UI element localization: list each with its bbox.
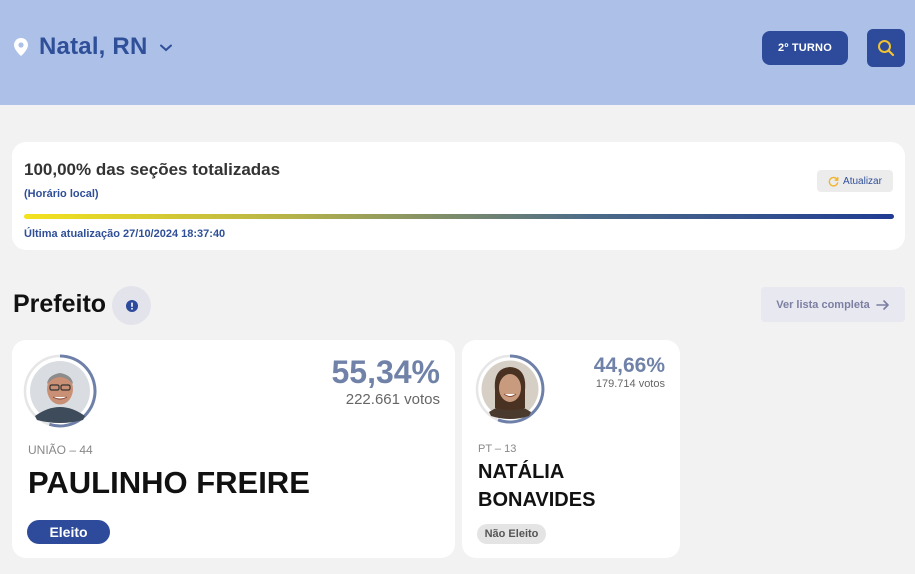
party-number: UNIÃO – 44 [28,443,93,457]
candidate-name: NATÁLIA BONAVIDES [478,458,595,514]
totalization-progress-bar [24,214,894,219]
sections-totalized-label: 100,00% das seções totalizadas [24,160,281,179]
full-list-button[interactable]: Ver lista completa [761,287,905,322]
vote-percentage: 55,34% [331,354,440,390]
vote-count: 222.661 votos [345,391,440,408]
chevron-down-icon [159,44,172,52]
info-button[interactable] [112,286,151,325]
info-icon [125,299,138,312]
section-title: Prefeito [13,290,107,318]
candidate-name-line: NATÁLIA [478,461,565,483]
status-badge: Eleito [27,520,110,544]
totalization-status-card: 100,00% das seções totalizadas (Horário … [12,142,905,250]
location-name: Natal, RN [39,33,148,60]
refresh-label: Atualizar [843,175,882,187]
candidate-name-line: BONAVIDES [478,489,596,511]
vote-percentage: 44,66% [593,354,665,377]
candidate-card[interactable]: 44,66% 179.714 votos PT – 13 NATÁLIA BON… [462,340,680,558]
arrow-right-icon [875,299,889,310]
refresh-button[interactable]: Atualizar [817,170,893,192]
candidate-photo [23,354,97,428]
local-time-label: (Horário local) [24,188,99,200]
header: Natal, RN 2º TURNO [0,0,915,105]
candidate-card[interactable]: 55,34% 222.661 votos UNIÃO – 44 PAULINHO… [12,340,455,558]
status-badge: Não Eleito [477,524,546,544]
search-button[interactable] [867,29,905,67]
full-list-label: Ver lista completa [776,298,870,311]
refresh-icon [828,176,839,187]
candidate-photo [475,354,545,424]
candidate-name: PAULINHO FREIRE [28,465,310,500]
search-icon [878,40,895,57]
round-toggle-button[interactable]: 2º TURNO [762,31,848,65]
map-pin-icon [14,38,28,56]
party-number: PT – 13 [478,443,517,455]
location-selector[interactable]: Natal, RN [14,33,172,61]
vote-count: 179.714 votos [595,378,665,390]
last-update-label: Última atualização 27/10/2024 18:37:40 [24,228,226,240]
